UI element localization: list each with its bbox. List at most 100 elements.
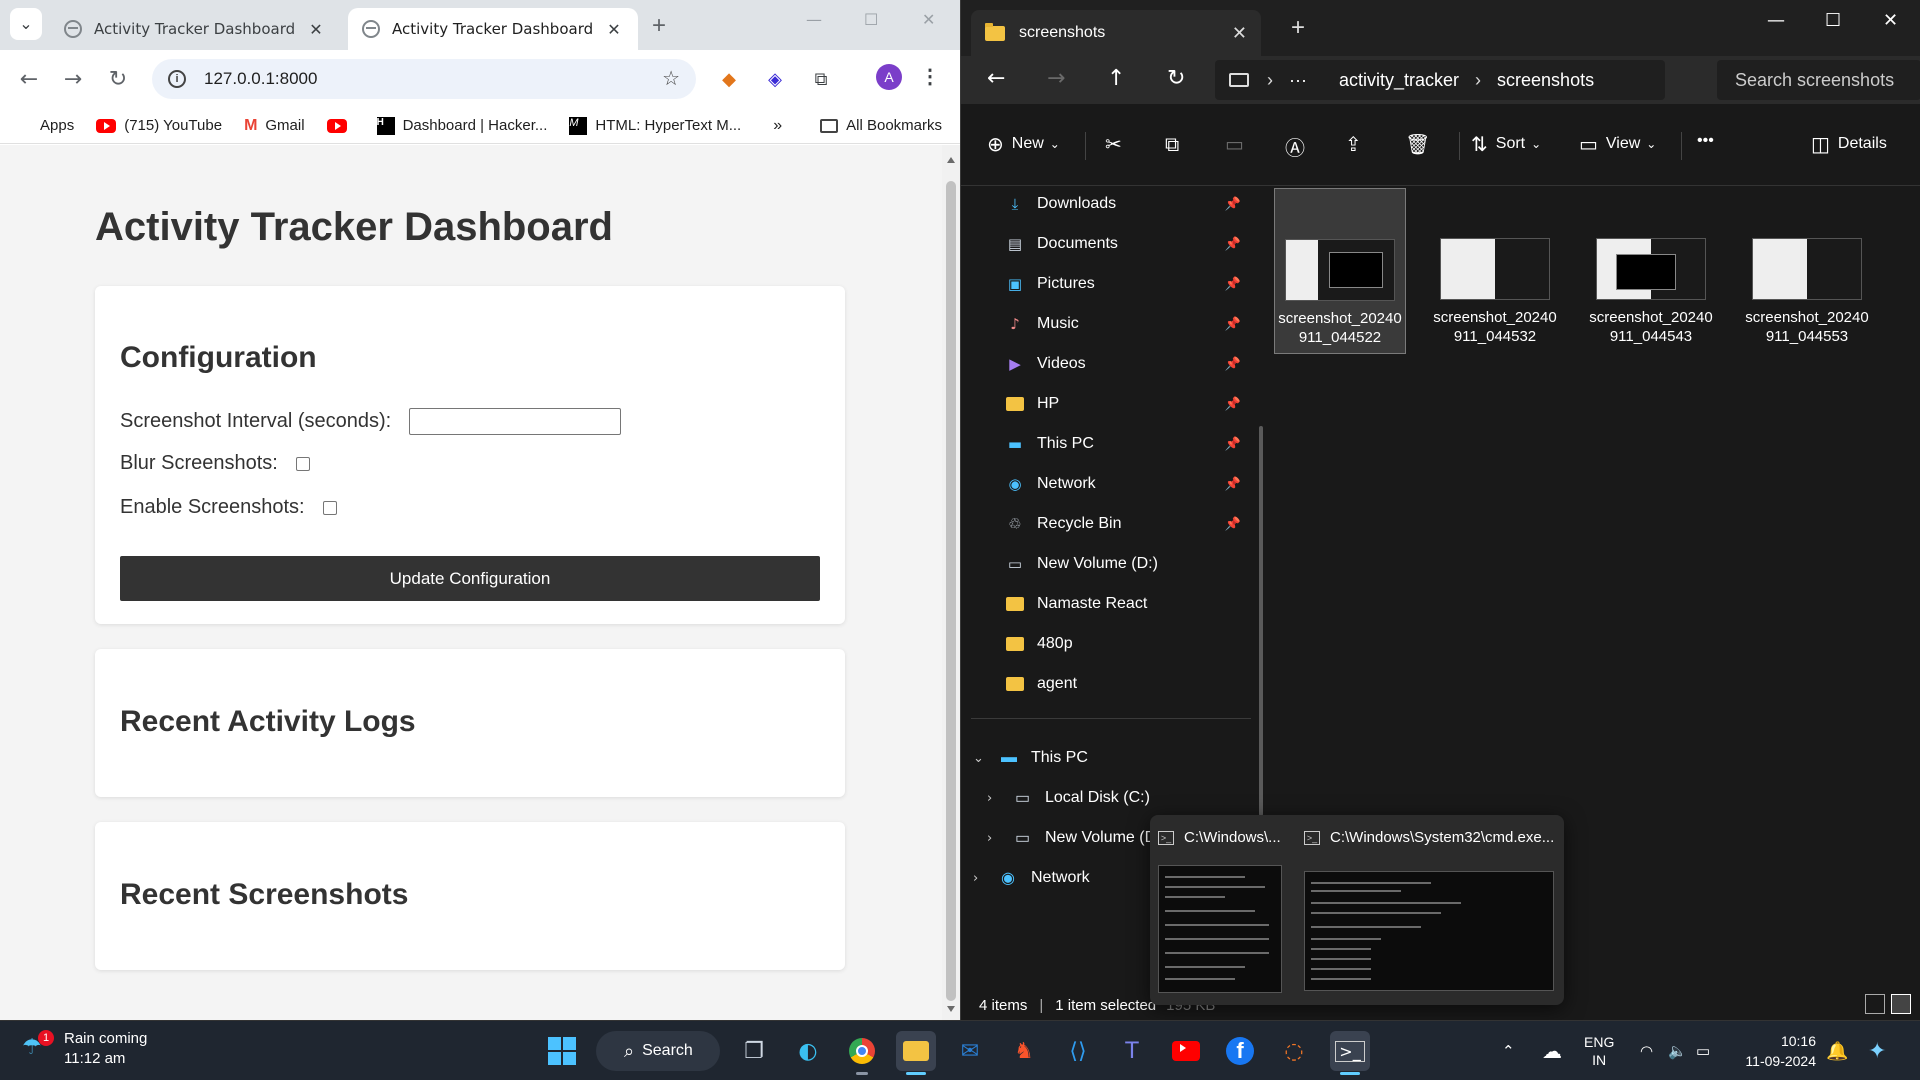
rename-button[interactable]: Ⓐ	[1285, 132, 1313, 161]
chrome-button[interactable]	[842, 1031, 882, 1075]
start-button[interactable]	[542, 1031, 582, 1071]
interval-input[interactable]	[409, 408, 622, 435]
up-button[interactable]: ↑	[1107, 66, 1125, 91]
forward-button[interactable]: →	[56, 62, 90, 96]
pin-icon[interactable]: 📌	[1225, 196, 1241, 212]
bookmark-youtube[interactable]: (715) YouTube	[96, 117, 222, 134]
new-tab-button[interactable]: +	[652, 12, 666, 40]
back-button[interactable]: ←	[987, 66, 1005, 91]
info-icon[interactable]: i	[168, 70, 186, 88]
chevron-right-icon[interactable]: ›	[987, 791, 1007, 806]
tree-item-new-volume[interactable]: › ▭ New Volume (D:)	[987, 820, 1166, 856]
nav-item-this-pc[interactable]: ▬ This PC 📌	[1005, 426, 1255, 462]
paste-button[interactable]: ▭	[1225, 132, 1252, 156]
chevron-down-icon[interactable]: ⌄	[973, 751, 993, 766]
nav-item-videos[interactable]: ▶ Videos 📌	[1005, 346, 1255, 382]
weather-widget[interactable]: ☂ 1 Rain coming 11:12 am	[22, 1029, 147, 1069]
file-item[interactable]: screenshot_20240911_044543	[1585, 188, 1717, 354]
show-hidden-icons-button[interactable]: ⌃	[1502, 1021, 1515, 1080]
bookmark-star-icon[interactable]: ☆	[662, 66, 680, 91]
file-explorer-button[interactable]	[896, 1031, 936, 1075]
sort-button[interactable]: ⇅ Sort ⌄	[1471, 132, 1541, 156]
update-configuration-button[interactable]: Update Configuration	[120, 556, 820, 601]
page-scrollbar[interactable]	[942, 145, 960, 1020]
preview-window-1[interactable]: >_ C:\Windows\...	[1150, 815, 1290, 1005]
more-options-button[interactable]: •••	[1697, 132, 1714, 150]
preview-window-2[interactable]: >_ C:\Windows\System32\cmd.exe...	[1296, 815, 1564, 1005]
details-button[interactable]: ◫ Details	[1811, 132, 1887, 156]
outlook-button[interactable]: ✉	[950, 1031, 990, 1071]
jupyter-button[interactable]: ◌	[1274, 1031, 1314, 1071]
blur-checkbox[interactable]	[295, 456, 310, 471]
vscode-button[interactable]: ⟨⟩	[1058, 1031, 1098, 1071]
refresh-button[interactable]: ↻	[1167, 66, 1185, 91]
close-icon[interactable]: ✕	[1232, 23, 1247, 44]
reload-button[interactable]: ↻	[101, 62, 135, 96]
breadcrumb[interactable]: › ··· activity_tracker › screenshots	[1215, 60, 1665, 100]
back-button[interactable]: ←	[12, 62, 46, 96]
close-window-button[interactable]: ✕	[1883, 10, 1898, 31]
wifi-icon[interactable]: ◠	[1640, 1021, 1653, 1080]
volume-icon[interactable]: 🔈	[1668, 1021, 1687, 1080]
facebook-button[interactable]: f	[1220, 1031, 1260, 1071]
more-bookmarks-chevron-icon[interactable]: »	[773, 117, 782, 135]
nav-scrollbar[interactable]	[1259, 426, 1263, 816]
breadcrumb-ellipsis[interactable]: ···	[1289, 70, 1307, 91]
share-button[interactable]: ⇪	[1345, 132, 1370, 156]
nav-item-network[interactable]: ◉ Network 📌	[1005, 466, 1255, 502]
bookmark-all[interactable]: All Bookmarks	[820, 117, 942, 134]
pin-icon[interactable]: 📌	[1225, 276, 1241, 292]
tab-activity-tracker-1[interactable]: Activity Tracker Dashboard ✕	[50, 8, 340, 50]
tab-activity-tracker-2[interactable]: Activity Tracker Dashboard ✕	[348, 8, 638, 50]
file-item[interactable]: screenshot_20240911_044522	[1274, 188, 1406, 354]
maximize-button[interactable]: ☐	[1825, 10, 1841, 31]
clock[interactable]: 10:16 11-09-2024	[1730, 1031, 1816, 1071]
chevron-right-icon[interactable]: ›	[973, 871, 993, 886]
extension-icon[interactable]: ◈	[762, 66, 788, 92]
cut-button[interactable]: ✂	[1105, 132, 1130, 156]
file-item[interactable]: screenshot_20240911_044532	[1429, 188, 1561, 354]
minimize-button[interactable]: —	[806, 10, 822, 29]
bookmark-apps[interactable]: Apps	[16, 117, 74, 134]
details-view-icon[interactable]	[1865, 994, 1885, 1014]
forward-button[interactable]: →	[1047, 66, 1065, 91]
brave-button[interactable]: ♞	[1004, 1031, 1044, 1071]
metamask-extension-icon[interactable]: ◆	[716, 66, 742, 92]
nav-item-hp[interactable]: HP 📌	[1005, 386, 1255, 422]
new-tab-button[interactable]: +	[1291, 14, 1305, 42]
profile-avatar[interactable]: A	[876, 64, 902, 90]
enable-checkbox[interactable]	[322, 500, 337, 515]
language-indicator[interactable]: ENG IN	[1584, 1033, 1614, 1069]
bookmark-mdn[interactable]: M HTML: HyperText M...	[569, 116, 741, 135]
pin-icon[interactable]: 📌	[1225, 436, 1241, 452]
breadcrumb-screenshots[interactable]: screenshots	[1497, 70, 1594, 91]
scrollbar-thumb[interactable]	[946, 181, 956, 1001]
breadcrumb-activity-tracker[interactable]: activity_tracker	[1339, 70, 1459, 91]
nav-item-agent[interactable]: agent	[1005, 666, 1255, 702]
menu-kebab-icon[interactable]: ⋮	[920, 64, 940, 89]
pin-icon[interactable]: 📌	[1225, 516, 1241, 532]
battery-icon[interactable]: ▭	[1696, 1021, 1710, 1080]
puzzle-icon[interactable]: ⧉	[808, 66, 834, 92]
copy-button[interactable]: ⧉	[1165, 132, 1187, 156]
pin-icon[interactable]: 📌	[1225, 316, 1241, 332]
view-button[interactable]: ▭ View ⌄	[1579, 132, 1656, 156]
copilot-icon[interactable]: ✦	[1868, 1021, 1886, 1080]
tree-item-local-disk[interactable]: › ▭ Local Disk (C:)	[987, 780, 1150, 816]
search-input[interactable]: Search screenshots	[1717, 60, 1920, 100]
tree-item-network[interactable]: › ◉ Network	[973, 860, 1090, 896]
task-view-button[interactable]: ❐	[734, 1031, 774, 1071]
teams-button[interactable]: T	[1112, 1031, 1152, 1071]
nav-item-recycle-bin[interactable]: ♲ Recycle Bin 📌	[1005, 506, 1255, 542]
delete-button[interactable]: 🗑	[1405, 132, 1438, 156]
pin-icon[interactable]: 📌	[1225, 476, 1241, 492]
pin-icon[interactable]: 📌	[1225, 396, 1241, 412]
nav-item-downloads[interactable]: ⤓ Downloads 📌	[1005, 186, 1255, 222]
address-bar[interactable]: i 127.0.0.1:8000 ☆	[152, 59, 696, 99]
edge-button[interactable]: ◐	[788, 1031, 828, 1071]
thumbnails-view-icon[interactable]	[1891, 994, 1911, 1014]
pin-icon[interactable]: 📌	[1225, 236, 1241, 252]
tab-search-button[interactable]: ⌄	[10, 8, 42, 40]
close-window-button[interactable]: ✕	[922, 10, 935, 29]
tree-item-this-pc[interactable]: ⌄ ▬ This PC	[973, 740, 1088, 776]
